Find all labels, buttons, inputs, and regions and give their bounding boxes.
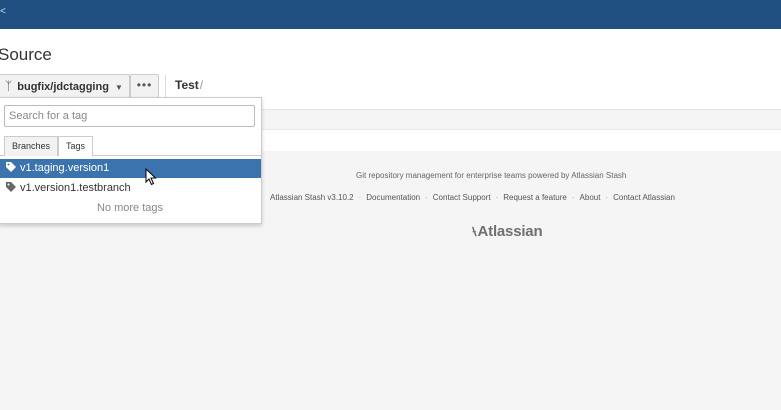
tag-list-item[interactable]: v1.version1.testbranch [0, 179, 261, 198]
tag-list-item[interactable]: v1.taging.version1 [0, 159, 261, 178]
tag-icon [6, 179, 16, 198]
tag-name: v1.version1.testbranch [20, 182, 131, 194]
branch-selector-label: bugfix/jdctagging [17, 81, 109, 93]
footer-dot-separator: · [425, 193, 428, 202]
footer-dot-separator: · [358, 193, 362, 202]
breadcrumb-separator: / [199, 78, 204, 92]
footer-request-feature-link[interactable]: Request a feature [503, 193, 567, 202]
atlassian-logo-text: Atlassian [477, 223, 543, 240]
footer-dot-separator: · [605, 193, 609, 202]
branch-selector-button[interactable]: ᛉ bugfix/jdctagging ▼ [0, 74, 130, 98]
footer-version-link[interactable]: Atlassian Stash v3.10.2 [270, 193, 354, 202]
footer-dot-separator: · [571, 193, 575, 202]
tag-selector-dropdown: Branches Tags v1.taging.version1 v1.vers… [0, 97, 262, 224]
atlassian-logo-icon: ⧷ [472, 223, 477, 239]
footer-links: Atlassian Stash v3.10.2 · Documentation · Co… [270, 193, 675, 202]
footer-contact-atlassian-link[interactable]: Contact Atlassian [613, 193, 675, 202]
footer-contact-support-link[interactable]: Contact Support [433, 193, 491, 202]
tag-name: v1.taging.version1 [20, 162, 110, 174]
top-navigation-bar: < [0, 0, 781, 29]
more-actions-button[interactable]: ••• [130, 74, 159, 98]
page-title: Source [0, 45, 52, 64]
mouse-pointer-icon [145, 167, 157, 191]
tab-branches[interactable]: Branches [4, 136, 58, 156]
footer-tagline: Git repository management for enterprise… [356, 171, 627, 180]
footer-documentation-link[interactable]: Documentation [366, 193, 420, 202]
no-more-tags-text: No more tags [96, 202, 164, 214]
tag-search-input[interactable] [4, 105, 255, 127]
breadcrumb: Test/ [175, 78, 203, 92]
tab-tags[interactable]: Tags [58, 136, 93, 157]
chevron-down-icon: ▼ [115, 83, 123, 92]
footer-about-link[interactable]: About [580, 193, 601, 202]
ref-type-tabs: Branches Tags [0, 136, 261, 157]
atlassian-logo[interactable]: ⧷Atlassian [472, 223, 543, 240]
footer-dot-separator: · [495, 193, 499, 202]
branch-icon: ᛉ [5, 79, 13, 93]
tag-icon [6, 159, 16, 178]
breadcrumb-repo-link[interactable]: Test [175, 78, 199, 92]
toolbar-divider [165, 75, 166, 97]
nav-edge-glyph: < [0, 6, 6, 17]
